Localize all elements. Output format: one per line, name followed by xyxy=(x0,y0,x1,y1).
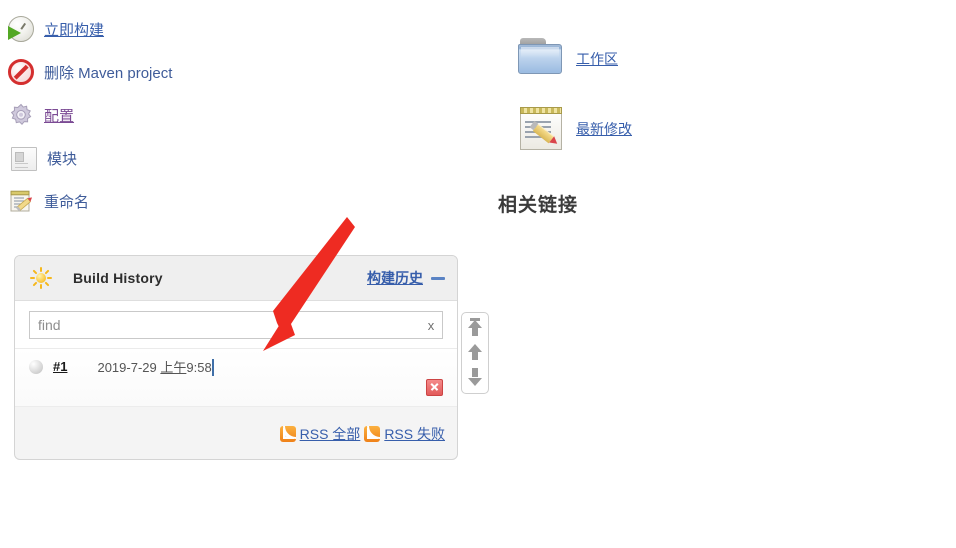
build-history-search[interactable]: x xyxy=(29,311,443,339)
grey-ball-icon xyxy=(29,360,43,374)
build-history-title: Build History xyxy=(73,270,163,286)
scroll-down-icon[interactable] xyxy=(468,368,482,386)
task-item-build-now[interactable]: 立即构建 xyxy=(8,14,308,44)
side-link-recent-changes-label[interactable]: 最新修改 xyxy=(576,119,632,139)
build-date: 2019-7-29 上午9:58 xyxy=(97,360,211,375)
sun-icon xyxy=(30,267,52,289)
notepad-pencil-icon xyxy=(512,102,574,156)
folder-icon xyxy=(512,32,574,86)
task-item-rename[interactable]: 重命名 xyxy=(8,186,308,216)
task-label-delete-project[interactable]: 删除 Maven project xyxy=(44,62,172,83)
rss-all-label[interactable]: RSS 全部 xyxy=(300,424,361,444)
rss-all-link[interactable]: RSS 全部 xyxy=(279,424,361,444)
build-number-link[interactable]: #1 xyxy=(53,359,67,374)
table-row[interactable]: #1 2019-7-29 上午9:58 xyxy=(15,349,457,407)
rss-failed-label[interactable]: RSS 失败 xyxy=(384,424,445,444)
side-link-recent-changes[interactable]: 最新修改 xyxy=(512,102,732,156)
build-history-cn-link[interactable]: 构建历史 xyxy=(367,268,423,288)
task-item-configure[interactable]: 配置 xyxy=(8,100,308,130)
related-links-heading: 相关链接 xyxy=(498,195,579,216)
gear-icon xyxy=(8,102,34,128)
task-label-modules[interactable]: 模块 xyxy=(47,148,77,169)
build-history-search-wrap: x xyxy=(15,301,457,348)
build-history-nav xyxy=(461,312,489,394)
build-row-details: 2019-7-29 上午9:58 xyxy=(97,357,426,376)
rss-failed-link[interactable]: RSS 失败 xyxy=(364,424,445,444)
module-icon xyxy=(11,146,37,171)
task-item-modules[interactable]: 模块 xyxy=(8,143,308,173)
build-history-header-actions: 构建历史 xyxy=(367,268,445,288)
rss-icon xyxy=(279,426,296,442)
task-label-build-now[interactable]: 立即构建 xyxy=(44,19,104,40)
scroll-up-icon[interactable] xyxy=(468,344,482,362)
search-input[interactable] xyxy=(30,312,420,338)
build-now-icon xyxy=(8,16,34,42)
build-progress-bar xyxy=(211,359,214,376)
build-history-panel: Build History 构建历史 x #1 2019-7-29 上午9:58… xyxy=(14,255,458,460)
stop-build-icon[interactable] xyxy=(426,379,443,396)
build-date-text: 2019-7-29 xyxy=(97,360,161,375)
side-links: 工作区 最新修改 xyxy=(512,32,732,172)
task-label-rename[interactable]: 重命名 xyxy=(44,191,89,212)
build-history-footer: RSS 全部 RSS 失败 xyxy=(15,407,457,449)
scroll-to-top-icon[interactable] xyxy=(468,318,482,338)
delete-icon xyxy=(8,59,34,85)
clear-search-icon[interactable]: x xyxy=(420,318,442,333)
task-menu: 立即构建 删除 Maven project 配置 模块 重命名 xyxy=(8,14,308,229)
build-time: 9:58 xyxy=(186,360,212,375)
task-item-delete-project[interactable]: 删除 Maven project xyxy=(8,57,308,87)
rss-icon xyxy=(364,426,381,442)
rename-icon xyxy=(8,188,34,214)
task-label-configure[interactable]: 配置 xyxy=(44,105,74,126)
build-date-ampm: 上午 xyxy=(160,360,187,375)
minus-icon[interactable] xyxy=(431,276,445,280)
side-link-workspace-label[interactable]: 工作区 xyxy=(576,49,618,69)
build-history-rows: #1 2019-7-29 上午9:58 xyxy=(15,348,457,407)
build-history-header: Build History 构建历史 xyxy=(15,256,457,301)
side-link-workspace[interactable]: 工作区 xyxy=(512,32,732,86)
